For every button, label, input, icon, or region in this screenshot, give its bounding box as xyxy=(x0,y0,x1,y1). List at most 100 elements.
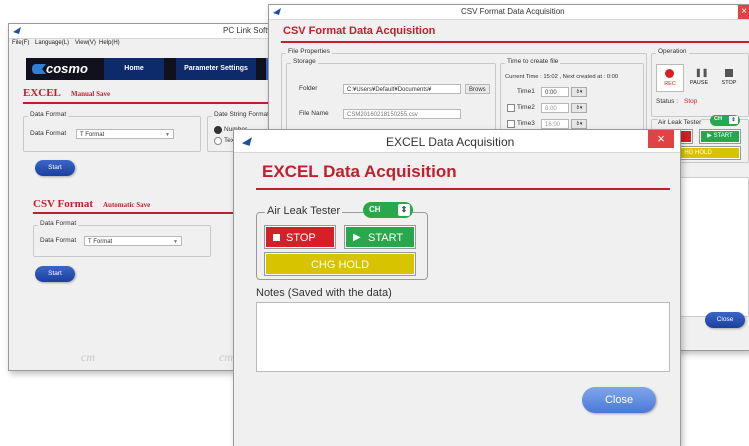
excel-start-button[interactable]: Start xyxy=(35,160,75,176)
csv-ch-toggle[interactable]: CH ⇕ xyxy=(710,115,740,126)
excel-section-title: EXCEL xyxy=(23,87,61,99)
time2-label: Time2 xyxy=(517,104,535,111)
start-button[interactable]: ▶ START xyxy=(344,225,416,249)
time1-label: Time1 xyxy=(517,88,535,95)
tab-home[interactable]: Home xyxy=(104,58,164,80)
ch-toggle[interactable]: CH ⇕ xyxy=(363,202,413,218)
rec-button[interactable]: REC xyxy=(656,64,684,92)
menu-view[interactable]: View(V) xyxy=(75,40,96,46)
csv-heading-divider xyxy=(281,41,749,43)
close-icon[interactable]: × xyxy=(648,130,674,148)
ch-spinner-icon: ⇕ xyxy=(398,204,410,216)
air-leak-tester-group: Air Leak Tester CH ⇕ STOP ▶ START CHG HO… xyxy=(256,202,428,280)
file-properties-label: File Properties xyxy=(286,48,332,55)
cosmo-logo-icon xyxy=(32,64,46,74)
csv-chg-hold-label: HG HOLD xyxy=(684,150,712,156)
data-format-value: T Format xyxy=(80,132,105,138)
stop-label: STOP xyxy=(286,232,316,244)
chevron-down-icon: ▼ xyxy=(173,239,178,245)
menu-help[interactable]: Help(H) xyxy=(99,40,120,46)
stop-square-icon xyxy=(273,234,280,241)
menu-language[interactable]: Language(L) xyxy=(35,40,69,46)
data-format-group: Data Format Data Format T Format ▼ xyxy=(23,111,201,152)
chg-hold-button[interactable]: CHG HOLD xyxy=(264,252,416,276)
menu-bar: File(F) Language(L) View(V) Help(H) xyxy=(9,39,309,49)
status-value: Stop xyxy=(684,98,698,105)
excel-heading: EXCEL Data Acquisition xyxy=(262,162,457,181)
csv-data-format-group: Data Format Data Format T Format ▼ xyxy=(33,220,211,257)
chevron-down-icon: ▼ xyxy=(165,132,170,138)
date-string-format-label: Date String Format xyxy=(212,111,271,118)
radio-number[interactable] xyxy=(214,126,222,134)
watermark-text: cm xyxy=(81,350,95,364)
data-format-select[interactable]: T Format ▼ xyxy=(76,129,174,139)
csv-ch-spinner: ⇕ xyxy=(729,116,738,124)
csv-data-format-label: Data Format xyxy=(40,237,77,244)
window-title: PC Link Softw xyxy=(223,26,274,35)
stop-icon xyxy=(725,69,733,77)
app-icon xyxy=(13,27,21,34)
operation-label: Operation xyxy=(656,48,689,55)
radio-text[interactable] xyxy=(214,137,222,145)
air-leak-tester-label: Air Leak Tester xyxy=(265,205,343,217)
csv-close-button[interactable]: Close xyxy=(705,312,745,328)
time2-checkbox[interactable] xyxy=(507,104,515,112)
cosmo-logo: cosmo xyxy=(46,61,88,76)
excel-heading-divider xyxy=(256,188,670,190)
rec-icon xyxy=(665,69,674,78)
csv-start-small-label: START xyxy=(713,133,733,139)
stop-button[interactable]: STOP xyxy=(716,64,742,90)
csv-ch-label: CH xyxy=(714,116,722,122)
excel-save-mode: Manual Save xyxy=(71,90,111,98)
time1-field[interactable]: 0:00 xyxy=(541,87,569,97)
time2-field[interactable]: 8:00 xyxy=(541,103,569,113)
time3-checkbox[interactable] xyxy=(507,120,515,128)
pause-icon: ❚❚ xyxy=(695,68,709,77)
close-icon[interactable]: × xyxy=(738,5,749,19)
current-time-text: Current Time : 15:02 , Next created at :… xyxy=(505,74,619,80)
csv-section-title: CSV Format xyxy=(33,198,93,210)
status-label: Status : xyxy=(656,98,679,105)
time3-spinner[interactable]: ⇕▾ xyxy=(571,119,587,129)
csv-window-title: CSV Format Data Acquisition xyxy=(461,7,565,16)
notes-textarea[interactable] xyxy=(256,302,670,372)
time-to-create-label: Time to create file xyxy=(505,58,561,65)
csv-start-button[interactable]: Start xyxy=(35,266,75,282)
tab-parameter-settings[interactable]: Parameter Settings xyxy=(176,58,256,80)
csv-start-button-small[interactable]: ▶ START xyxy=(699,129,741,144)
folder-field[interactable]: C:¥Users¥Default¥Documents¥ xyxy=(343,84,461,94)
data-format-label: Data Format xyxy=(30,130,67,137)
file-name-label: File Name xyxy=(299,110,329,117)
rec-label: REC xyxy=(664,81,676,87)
menu-file[interactable]: File(F) xyxy=(12,40,29,46)
start-label: START xyxy=(368,232,404,244)
time1-spinner[interactable]: ⇕▾ xyxy=(571,87,587,97)
app-icon xyxy=(242,137,252,146)
csv-data-format-group-label: Data Format xyxy=(38,220,79,227)
excel-close-button[interactable]: Close xyxy=(582,387,656,413)
browse-button[interactable]: Brows xyxy=(465,84,490,94)
notes-label: Notes (Saved with the data) xyxy=(256,287,392,299)
excel-acquisition-window: EXCEL Data Acquisition × EXCEL Data Acqu… xyxy=(233,129,681,446)
csv-save-mode: Automatic Save xyxy=(103,201,151,209)
time3-label: Time3 xyxy=(517,120,535,127)
pause-label: PAUSE xyxy=(689,80,709,86)
csv-data-format-select[interactable]: T Format ▼ xyxy=(84,236,182,246)
pause-button[interactable]: ❚❚ PAUSE xyxy=(686,64,712,90)
file-name-field[interactable]: CSM20160218150255.csv xyxy=(343,109,461,119)
time2-spinner[interactable]: ⇕▾ xyxy=(571,103,587,113)
stop-button[interactable]: STOP xyxy=(264,225,336,249)
excel-divider xyxy=(23,102,309,104)
folder-label: Folder xyxy=(299,85,318,92)
pc-link-titlebar: PC Link Softw xyxy=(9,24,309,39)
chg-hold-label: CHG HOLD xyxy=(310,259,370,271)
app-icon xyxy=(273,8,281,15)
csv-air-leak-label: Air Leak Tester xyxy=(658,119,702,126)
ch-label: CH xyxy=(369,205,381,214)
excel-window-title: EXCEL Data Acquisition xyxy=(386,135,515,149)
operation-group: Operation REC ❚❚ PAUSE STOP Status : Sto… xyxy=(651,48,749,117)
time3-field[interactable]: 16:00 xyxy=(541,119,569,129)
stop-label: STOP xyxy=(721,80,737,86)
csv-data-format-value: T Format xyxy=(88,239,113,245)
play-icon: ▶ xyxy=(353,232,361,243)
